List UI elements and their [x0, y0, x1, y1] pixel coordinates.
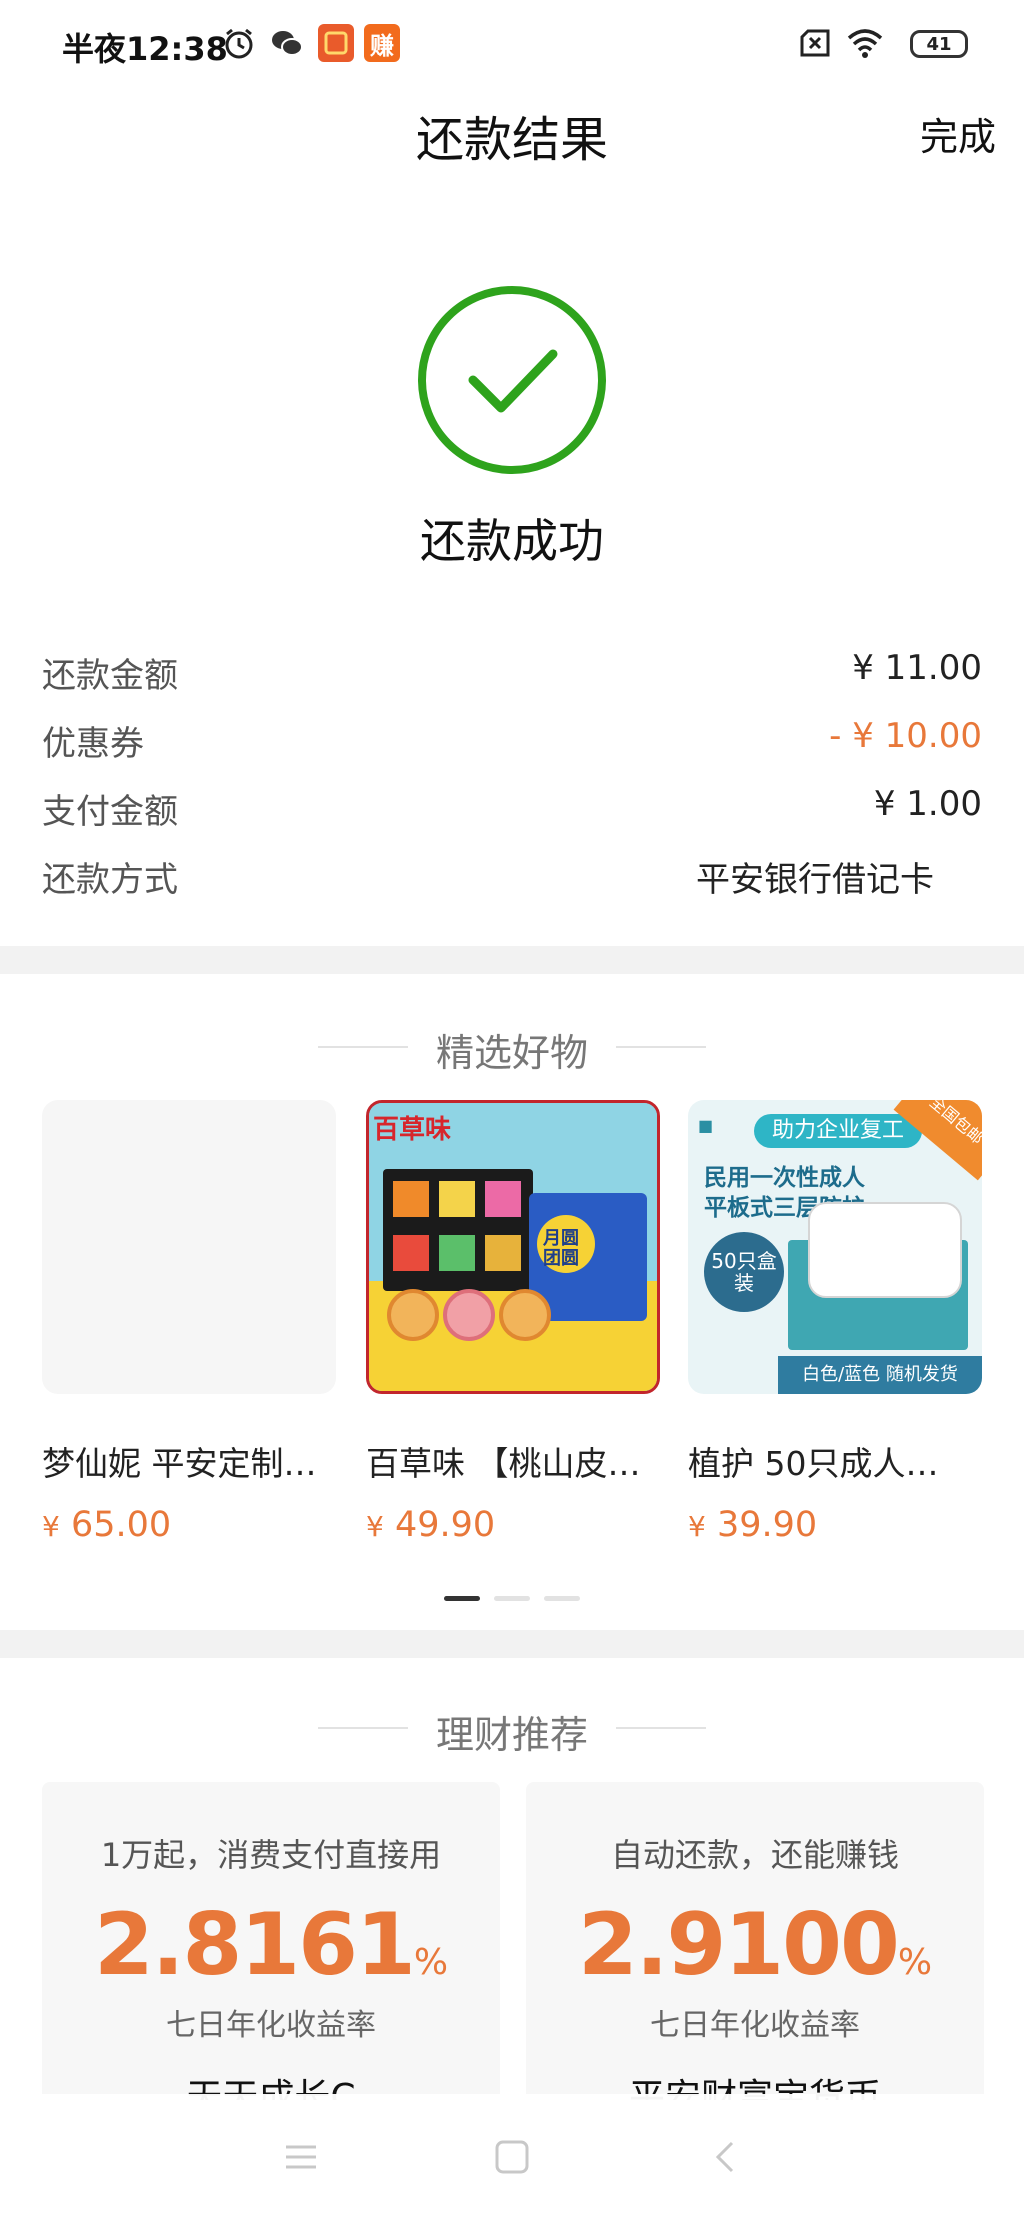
earn-notification-icon: 赚	[364, 24, 400, 62]
product-image-1[interactable]	[42, 1100, 336, 1394]
pay-amount-label: 支付金额	[42, 792, 178, 832]
product-image-2[interactable]: 百草味 月圆团圆	[366, 1100, 660, 1394]
success-status-text: 还款成功	[420, 514, 604, 568]
finance-card-rate: 2.8161%	[93, 1895, 449, 1995]
picks-section-title: 精选好物	[435, 1031, 588, 1075]
product-price-1: ¥ 65.00	[42, 1505, 172, 1545]
title-line-right	[616, 1727, 706, 1729]
finance-card-note: 七日年化收益率	[650, 2008, 860, 2043]
carousel-dot[interactable]	[494, 1596, 530, 1601]
finance-card-note: 七日年化收益率	[166, 2008, 376, 2043]
alarm-icon	[225, 28, 253, 59]
wechat-icon	[272, 31, 303, 56]
pay-amount-value: ¥ 1.00	[873, 784, 982, 824]
finance-card-subtitle: 1万起，消费支付直接用	[100, 1836, 442, 1874]
repay-amount-value: ¥ 11.00	[852, 648, 982, 688]
carousel-dot[interactable]	[544, 1596, 580, 1601]
mooncake-box-dark	[383, 1169, 533, 1291]
finance-section-title: 理财推荐	[435, 1713, 588, 1757]
coupon-value: - ¥ 10.00	[829, 716, 982, 756]
battery-indicator: 41	[910, 30, 968, 58]
home-square-icon[interactable]	[491, 2136, 533, 2178]
title-line-right	[616, 1046, 706, 1048]
coupon-label: 优惠券	[42, 724, 144, 764]
section-divider	[0, 946, 1024, 974]
success-check-icon	[418, 286, 606, 474]
menu-icon[interactable]	[280, 2136, 322, 2178]
product-image-3[interactable]: ■ 助力企业复工 民用一次性成人 平板式三层防护 全国包邮 50只盒装 白色/蓝…	[688, 1100, 982, 1394]
finance-card-subtitle: 自动还款，还能赚钱	[610, 1836, 899, 1874]
status-time: 半夜12:38	[62, 30, 228, 68]
product-price-2: ¥ 49.90	[366, 1505, 496, 1545]
repay-method-value: 平安银行借记卡	[696, 860, 934, 900]
no-sim-icon	[800, 29, 830, 57]
section-divider	[0, 1630, 1024, 1658]
image-brand-text: 百草味	[373, 1115, 452, 1145]
repay-method-label: 还款方式	[42, 860, 178, 900]
product-price-3: ¥ 39.90	[688, 1505, 818, 1545]
wifi-icon	[847, 29, 883, 58]
carousel-dot-active[interactable]	[444, 1596, 480, 1601]
page-title: 还款结果	[415, 112, 608, 168]
done-button[interactable]: 完成	[920, 106, 996, 161]
finance-card-rate: 2.9100%	[577, 1895, 933, 1995]
product-name-1[interactable]: 梦仙妮 平安定制…	[42, 1437, 342, 1485]
product-name-2[interactable]: 百草味 【桃山皮…	[366, 1437, 666, 1485]
app-notification-icon	[318, 24, 354, 62]
back-icon[interactable]	[706, 2136, 748, 2178]
product-name-3[interactable]: 植护 50只成人…	[688, 1437, 988, 1485]
repay-amount-label: 还款金额	[42, 656, 178, 696]
